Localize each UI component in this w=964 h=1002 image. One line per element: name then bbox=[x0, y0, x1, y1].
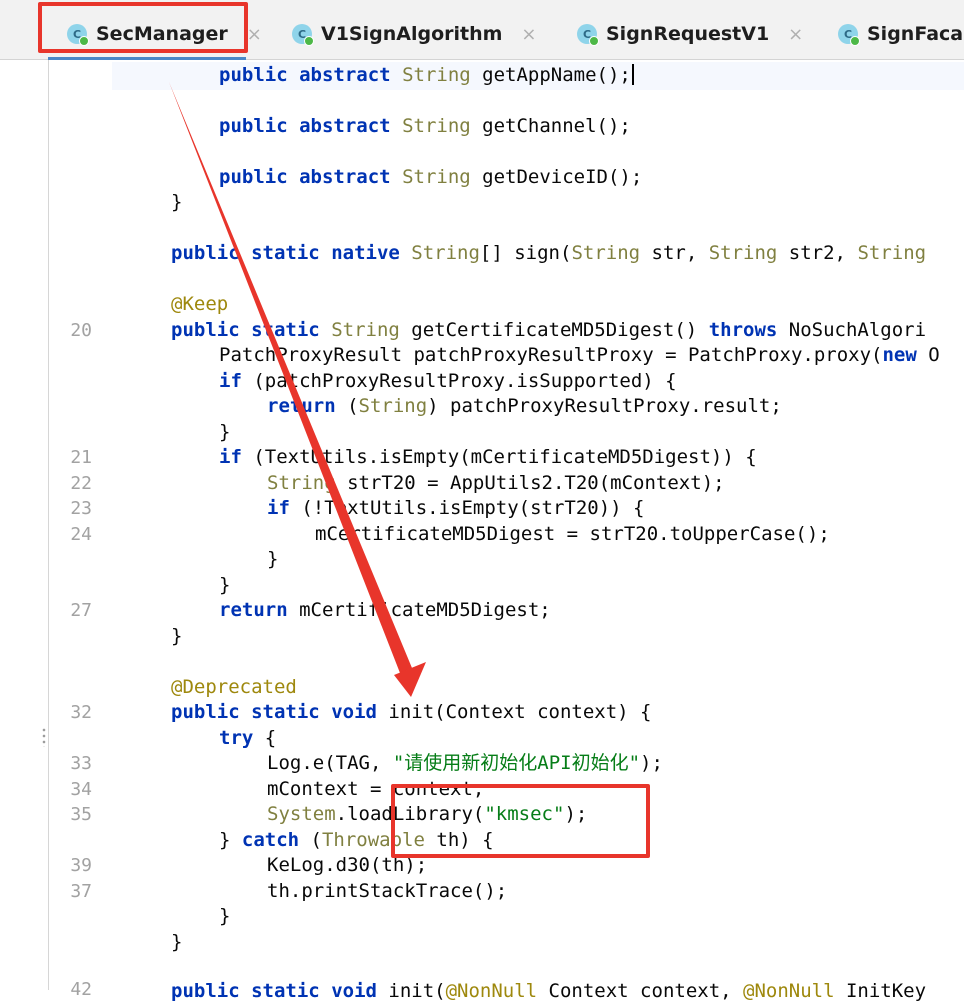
line-number: 22 bbox=[70, 473, 92, 494]
code-line[interactable]: } bbox=[267, 548, 278, 570]
code-line[interactable]: public static native String[] sign(Strin… bbox=[171, 242, 926, 264]
code-line[interactable]: PatchProxyResult patchProxyResultProxy =… bbox=[219, 344, 940, 366]
code-line[interactable]: public static String getCertificateMD5Di… bbox=[171, 319, 926, 341]
code-line[interactable]: if (patchProxyResultProxy.isSupported) { bbox=[219, 370, 677, 392]
line-number: 33 bbox=[70, 753, 92, 774]
line-number: 37 bbox=[70, 881, 92, 902]
class-icon: C bbox=[292, 24, 314, 46]
line-number: 27 bbox=[70, 600, 92, 621]
code-line[interactable]: th.printStackTrace(); bbox=[267, 880, 507, 902]
tab-label: SignFaca bbox=[867, 23, 964, 45]
code-line[interactable]: @Deprecated bbox=[171, 676, 297, 698]
tab-label: SignRequestV1 bbox=[606, 23, 770, 45]
line-number: 20 bbox=[70, 320, 92, 341]
code-line[interactable]: String strT20 = AppUtils2.T20(mContext); bbox=[267, 472, 725, 494]
tab-label: V1SignAlgorithm bbox=[321, 23, 503, 45]
code-line[interactable]: } bbox=[219, 574, 230, 596]
drag-handle-icon[interactable] bbox=[42, 727, 46, 747]
line-number: 35 bbox=[70, 804, 92, 825]
line-number: 39 bbox=[70, 855, 92, 876]
code-line[interactable]: } bbox=[219, 421, 230, 443]
code-line[interactable]: return (String) patchProxyResultProxy.re… bbox=[267, 395, 782, 417]
tab-v1signalgorithm[interactable]: C V1SignAlgorithm × bbox=[292, 14, 537, 54]
close-icon[interactable]: × bbox=[521, 24, 536, 45]
line-number: 23 bbox=[70, 498, 92, 519]
code-line[interactable]: if (!TextUtils.isEmpty(strT20)) { bbox=[267, 497, 645, 519]
code-line[interactable]: } bbox=[219, 905, 230, 927]
code-line[interactable]: public abstract String getDeviceID(); bbox=[219, 166, 642, 188]
code-line[interactable]: @Keep bbox=[171, 293, 228, 315]
line-number: 42 bbox=[70, 979, 92, 1000]
code-line[interactable]: Log.e(TAG, "请使用新初始化API初始化"); bbox=[267, 752, 663, 774]
code-line[interactable]: } bbox=[171, 625, 182, 647]
code-line[interactable]: public static void init(@NonNull Context… bbox=[171, 980, 926, 1002]
close-icon[interactable]: × bbox=[247, 24, 262, 45]
load-library-highlight-box bbox=[391, 784, 650, 858]
class-icon: C bbox=[838, 24, 860, 46]
line-number: 32 bbox=[70, 702, 92, 723]
code-line[interactable]: } bbox=[171, 931, 182, 953]
text-caret bbox=[631, 64, 634, 85]
code-line[interactable]: public abstract String getAppName(); bbox=[219, 64, 634, 86]
line-number: 24 bbox=[70, 524, 92, 545]
tab-signrequestv1[interactable]: C SignRequestV1 × bbox=[577, 14, 803, 54]
code-line[interactable]: } bbox=[171, 191, 182, 213]
close-icon[interactable]: × bbox=[788, 24, 803, 45]
class-icon: C bbox=[577, 24, 599, 46]
code-line[interactable]: public abstract String getChannel(); bbox=[219, 115, 631, 137]
code-line[interactable]: mCertificateMD5Digest = strT20.toUpperCa… bbox=[315, 523, 830, 545]
line-number: 34 bbox=[70, 779, 92, 800]
line-number: 21 bbox=[70, 447, 92, 468]
tab-signfaca[interactable]: C SignFaca bbox=[838, 14, 963, 54]
code-line[interactable]: return mCertificateMD5Digest; bbox=[219, 599, 551, 621]
tab-highlight-box bbox=[38, 2, 248, 53]
code-line[interactable]: if (TextUtils.isEmpty(mCertificateMD5Dig… bbox=[219, 446, 757, 468]
code-line[interactable]: public static void init(Context context)… bbox=[171, 701, 652, 723]
code-line[interactable]: try { bbox=[219, 727, 276, 749]
